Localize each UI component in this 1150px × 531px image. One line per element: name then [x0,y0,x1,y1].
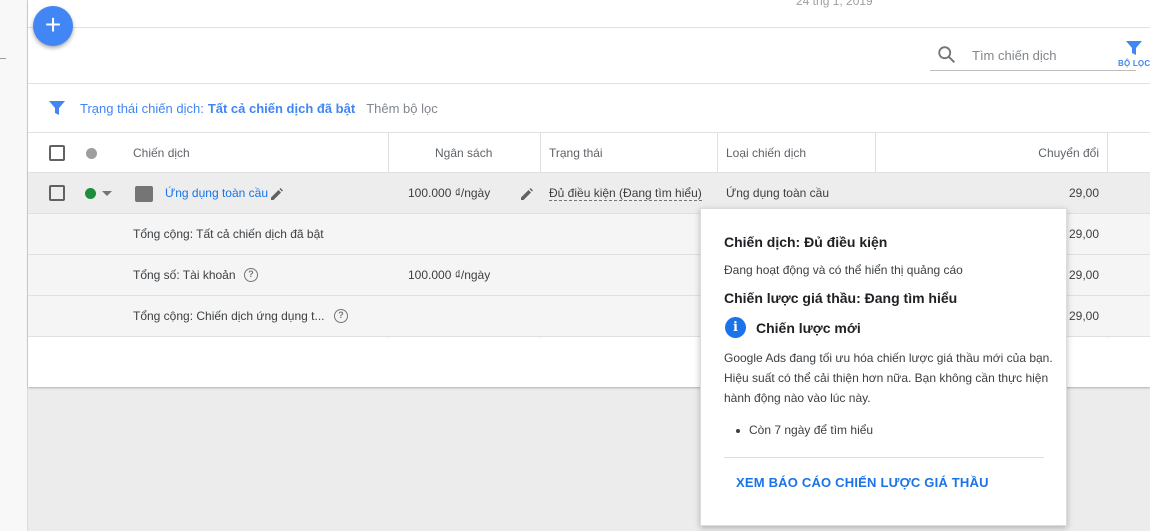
edit-pencil-icon[interactable] [520,187,534,201]
campaign-name-link[interactable]: Ứng dụng toàn cầu [165,173,268,213]
rail-marker [0,58,6,59]
select-all-checkbox[interactable] [49,145,65,161]
filter-button[interactable]: BỘ LỌC [1118,38,1150,74]
total-conversions: 29,00 [1068,268,1099,282]
date-range-label: 24 thg 1, 2019 [796,0,873,8]
popup-subtitle: Đang hoạt động và có thể hiển thị quảng … [724,263,963,277]
status-column-icon [86,148,97,159]
row-checkbox[interactable] [49,185,65,201]
left-rail [0,0,28,531]
enabled-status-dot[interactable] [85,188,96,199]
popup-title: Chiến dịch: Đủ điều kiện [724,234,888,250]
divider [724,457,1044,458]
column-header-type[interactable]: Loại chiến dịch [726,133,806,173]
help-icon[interactable]: ? [334,309,348,323]
filter-label[interactable]: Trạng thái chiến dịch: [80,101,204,116]
info-icon: i [725,317,746,338]
search-icon [938,46,956,64]
campaign-type: Ứng dụng toàn cầu [726,186,829,200]
divider [28,27,1150,28]
filter-icon [1126,41,1142,55]
help-icon[interactable]: ? [244,268,258,282]
table-header: Chiến dịch Ngân sách Trạng thái Loại chi… [28,132,1150,173]
status-cell[interactable]: Đủ điều kiện (Đang tìm hiểu) [549,173,702,213]
column-header-campaign[interactable]: Chiến dịch [133,133,190,173]
divider [28,83,1150,84]
filter-button-label: BỘ LỌC [1118,59,1150,68]
filter-icon [49,101,65,115]
column-header-budget[interactable]: Ngân sách [435,133,492,173]
conversions-value: 29,00 [1068,186,1099,200]
caret-down-icon[interactable] [102,191,112,196]
budget-value: 100.000 ₫/ngày [408,186,491,200]
new-strategy-heading: Chiến lược mới [756,320,861,336]
view-bid-strategy-report-button[interactable]: XEM BÁO CÁO CHIẾN LƯỢC GIÁ THẦU [736,475,989,490]
active-filter-bar[interactable]: Trạng thái chiến dịch: Tất cả chiến dịch… [48,96,438,120]
total-label: Tổng cộng: Tất cả chiến dịch đã bật [133,227,324,241]
edit-pencil-icon[interactable] [270,187,284,201]
total-conversions: 29,00 [1068,309,1099,323]
status-text[interactable]: Đủ điều kiện (Đang tìm hiểu) [549,186,702,201]
total-label: Tổng số: Tài khoản [133,268,236,282]
total-label: Tổng cộng: Chiến dịch ứng dụng t... [133,309,325,323]
filter-value[interactable]: Tất cả chiến dịch đã bật [208,101,355,116]
column-header-status[interactable]: Trạng thái [549,133,603,173]
status-tooltip-card: Chiến dịch: Đủ điều kiện Đang hoạt động … [700,208,1067,526]
search-input[interactable]: Tìm chiến dịch [972,48,1057,63]
add-filter-button[interactable]: Thêm bộ lọc [366,101,438,116]
total-conversions: 29,00 [1068,227,1099,241]
add-campaign-button[interactable]: + [33,6,73,46]
popup-body: Google Ads đang tối ưu hóa chiến lược gi… [724,351,1053,405]
days-left-item: Còn 7 ngày để tìm hiểu [735,423,874,437]
app-campaign-icon [135,186,153,202]
column-header-conversions[interactable]: Chuyển đổi [1038,133,1099,173]
search-campaign[interactable]: Tìm chiến dịch [930,38,1136,71]
total-budget: 100.000 ₫/ngày [408,268,491,282]
bid-strategy-title: Chiến lược giá thầu: Đang tìm hiểu [724,290,958,306]
